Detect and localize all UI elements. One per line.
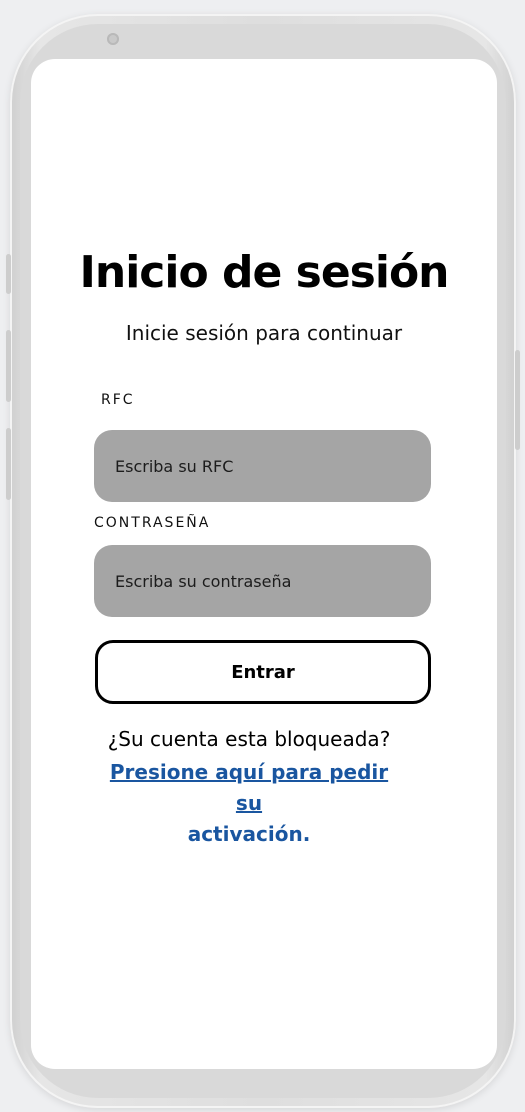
side-button-volume-down (6, 428, 11, 500)
rfc-input[interactable] (94, 430, 431, 502)
side-button-top (6, 254, 11, 294)
locked-account-question: ¿Su cuenta esta bloqueada? (107, 727, 391, 751)
side-button-volume-up (6, 330, 11, 402)
login-button[interactable]: Entrar (95, 640, 431, 704)
page-title: Inicio de sesión (79, 247, 450, 298)
rfc-label: RFC (101, 392, 135, 408)
side-button-power (515, 350, 520, 450)
screen: Inicio de sesión Inicie sesión para cont… (31, 59, 497, 1069)
password-label: CONTRASEÑA (94, 515, 211, 531)
camera-icon (107, 33, 119, 45)
activation-link-line-2[interactable]: activación. (188, 822, 311, 846)
activation-link-line-1[interactable]: Presione aquí para pedir su (110, 760, 388, 815)
password-input[interactable] (94, 545, 431, 617)
activation-request-link[interactable]: Presione aquí para pedir su activación. (101, 757, 397, 850)
page-subtitle: Inicie sesión para continuar (125, 321, 403, 345)
